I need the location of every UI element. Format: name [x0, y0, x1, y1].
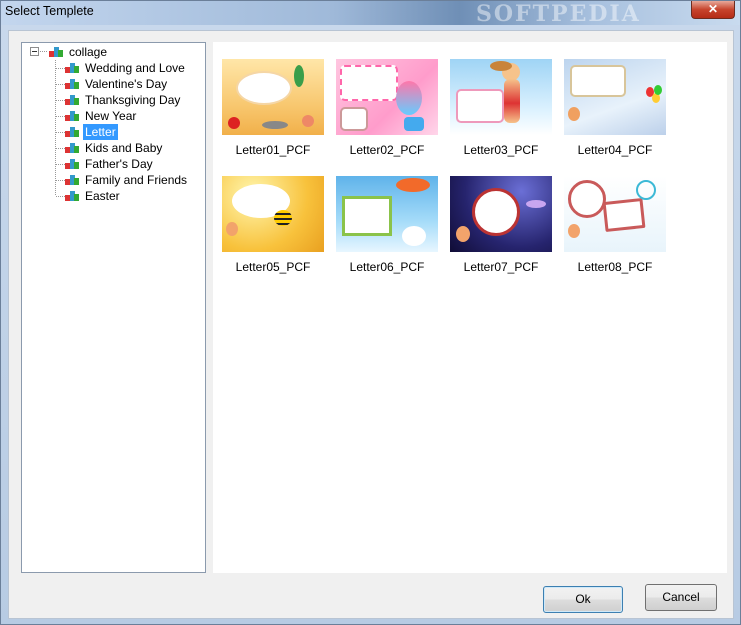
cancel-button[interactable]: Cancel	[645, 584, 717, 611]
tree-item-label: Father's Day	[85, 157, 153, 171]
category-tree[interactable]: collage Wedding and Love Valentine's Day T…	[21, 42, 206, 573]
category-icon	[65, 95, 79, 105]
category-icon	[65, 143, 79, 153]
tree-item[interactable]: New Year	[64, 108, 204, 124]
template-thumbnail-item[interactable]: Letter05_PCF	[216, 170, 330, 276]
template-label: Letter01_PCF	[235, 143, 311, 157]
title-bar[interactable]: Select Templete SOFTPEDIA ✕	[1, 1, 740, 27]
category-icon	[65, 111, 79, 121]
template-label: Letter07_PCF	[463, 260, 539, 274]
tree-item[interactable]: Letter	[64, 124, 204, 140]
template-thumbnail-item[interactable]: Letter04_PCF	[558, 53, 672, 159]
template-preview-image[interactable]	[450, 59, 552, 135]
template-thumbnail-item[interactable]: Letter07_PCF	[444, 170, 558, 276]
collapse-toggle-icon[interactable]	[30, 47, 39, 56]
tree-item-label: Valentine's Day	[85, 77, 168, 91]
template-preview-image[interactable]	[564, 59, 666, 135]
tree-item-label: Thanksgiving Day	[85, 93, 181, 107]
template-thumbnail-item[interactable]: Letter08_PCF	[558, 170, 672, 276]
template-gallery[interactable]: Letter01_PCF Letter02_PCF Letter03_PCF Lett…	[213, 42, 727, 573]
tree-item-label: Family and Friends	[85, 173, 188, 187]
template-label: Letter08_PCF	[577, 260, 653, 274]
tree-item[interactable]: Kids and Baby	[64, 140, 204, 156]
collage-tree-icon	[49, 47, 63, 57]
category-icon	[65, 79, 79, 89]
template-preview-image[interactable]	[336, 176, 438, 252]
category-icon	[65, 159, 79, 169]
template-thumbnail-item[interactable]: Letter03_PCF	[444, 53, 558, 159]
template-label: Letter02_PCF	[349, 143, 425, 157]
watermark: SOFTPEDIA	[476, 1, 641, 27]
tree-item-label: Wedding and Love	[85, 61, 185, 75]
category-icon	[65, 63, 79, 73]
tree-item[interactable]: Family and Friends	[64, 172, 204, 188]
tree-item[interactable]: Wedding and Love	[64, 60, 204, 76]
tree-root-collage[interactable]: collage	[48, 44, 128, 60]
template-preview-image[interactable]	[564, 176, 666, 252]
tree-root-label: collage	[69, 45, 108, 59]
tree-item-label: Letter	[83, 124, 118, 140]
close-button[interactable]: ✕	[691, 1, 735, 19]
category-icon	[65, 191, 79, 201]
template-thumbnail-item[interactable]: Letter01_PCF	[216, 53, 330, 159]
template-label: Letter05_PCF	[235, 260, 311, 274]
tree-item-label: New Year	[85, 109, 137, 123]
tree-item[interactable]: Father's Day	[64, 156, 204, 172]
template-preview-image[interactable]	[450, 176, 552, 252]
tree-item-label: Kids and Baby	[85, 141, 163, 155]
tree-item-label: Easter	[85, 189, 120, 203]
template-thumbnail-item[interactable]: Letter06_PCF	[330, 170, 444, 276]
close-icon: ✕	[707, 2, 719, 16]
tree-connector-vertical	[55, 60, 56, 196]
ok-button[interactable]: Ok	[543, 586, 623, 613]
template-label: Letter06_PCF	[349, 260, 425, 274]
tree-item[interactable]: Easter	[64, 188, 204, 204]
dialog-client-area: collage Wedding and Love Valentine's Day T…	[8, 30, 734, 619]
template-preview-image[interactable]	[222, 59, 324, 135]
template-preview-image[interactable]	[222, 176, 324, 252]
select-template-dialog: Select Templete SOFTPEDIA ✕ collage Wedd…	[0, 0, 741, 625]
template-label: Letter03_PCF	[463, 143, 539, 157]
tree-item[interactable]: Valentine's Day	[64, 76, 204, 92]
tree-item[interactable]: Thanksgiving Day	[64, 92, 204, 108]
template-thumbnail-item[interactable]: Letter02_PCF	[330, 53, 444, 159]
template-preview-image[interactable]	[336, 59, 438, 135]
tree-connector	[40, 51, 48, 52]
category-icon	[65, 127, 79, 137]
template-label: Letter04_PCF	[577, 143, 653, 157]
category-icon	[65, 175, 79, 185]
window-title: Select Templete	[5, 4, 94, 18]
